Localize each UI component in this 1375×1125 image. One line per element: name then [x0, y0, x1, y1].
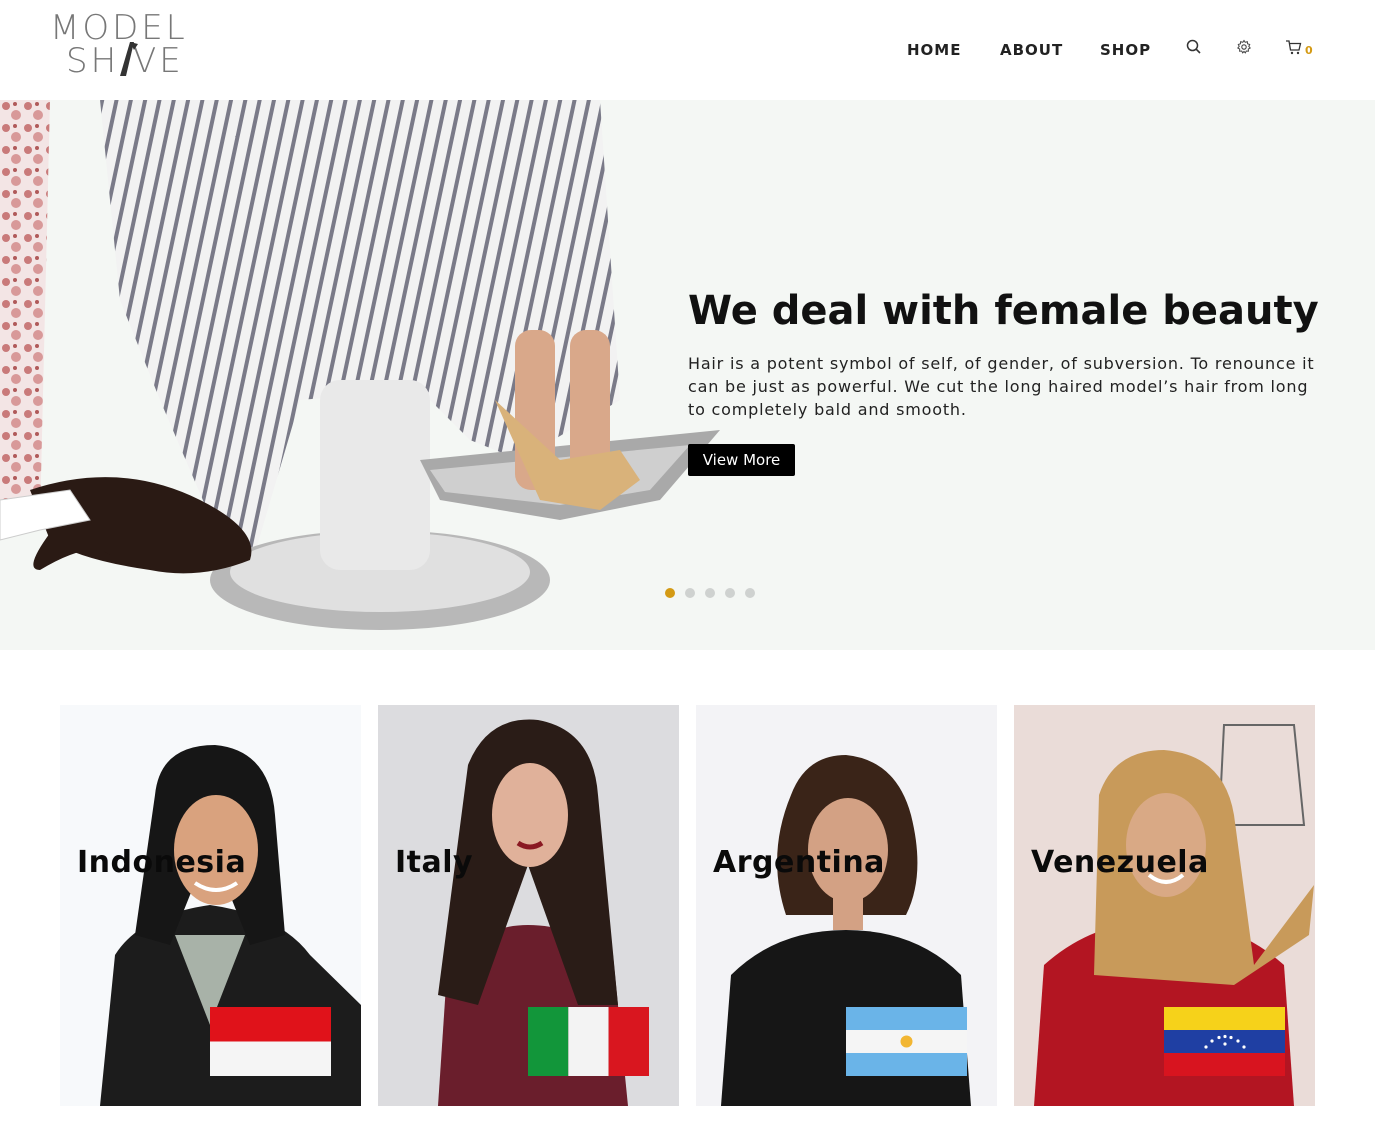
- view-more-button[interactable]: View More: [688, 444, 795, 476]
- nav-about[interactable]: ABOUT: [1000, 41, 1063, 59]
- main-nav: HOME ABOUT SHOP 0: [0, 38, 1375, 68]
- search-icon[interactable]: [1185, 38, 1203, 56]
- card-argentina[interactable]: Argentina: [696, 705, 997, 1106]
- slider-dot-2[interactable]: [685, 588, 695, 598]
- slider-dot-1[interactable]: [665, 588, 675, 598]
- hero-slider: We deal with female beauty Hair is a pot…: [0, 100, 1375, 650]
- hero-image: [0, 100, 720, 630]
- card-venezuela[interactable]: Venezuela: [1014, 705, 1315, 1106]
- country-cards: Indonesia Italy Argentina Venezuela: [0, 705, 1375, 1106]
- card-indonesia[interactable]: Indonesia: [60, 705, 361, 1106]
- card-label: Indonesia: [77, 845, 247, 880]
- cart-icon[interactable]: [1285, 38, 1303, 56]
- card-label: Argentina: [713, 845, 885, 880]
- card-label: Venezuela: [1031, 845, 1209, 880]
- nav-home[interactable]: HOME: [907, 41, 961, 59]
- hero-description: Hair is a potent symbol of self, of gend…: [688, 354, 1315, 419]
- slider-dot-4[interactable]: [725, 588, 735, 598]
- slider-dot-5[interactable]: [745, 588, 755, 598]
- indonesia-flag-icon: [210, 1007, 331, 1076]
- cart-count-badge: 0: [1305, 44, 1313, 57]
- card-label: Italy: [395, 845, 474, 880]
- gear-icon[interactable]: [1235, 38, 1253, 56]
- slider-dot-3[interactable]: [705, 588, 715, 598]
- card-italy[interactable]: Italy: [378, 705, 679, 1106]
- site-header: MODEL SH VE HOME ABOUT SHOP 0: [0, 0, 1375, 100]
- venezuela-flag-icon: [1164, 1007, 1285, 1076]
- hero-title: We deal with female beauty: [688, 288, 1319, 334]
- nav-shop[interactable]: SHOP: [1100, 41, 1151, 59]
- argentina-flag-icon: [846, 1007, 967, 1076]
- italy-flag-icon: [528, 1007, 649, 1076]
